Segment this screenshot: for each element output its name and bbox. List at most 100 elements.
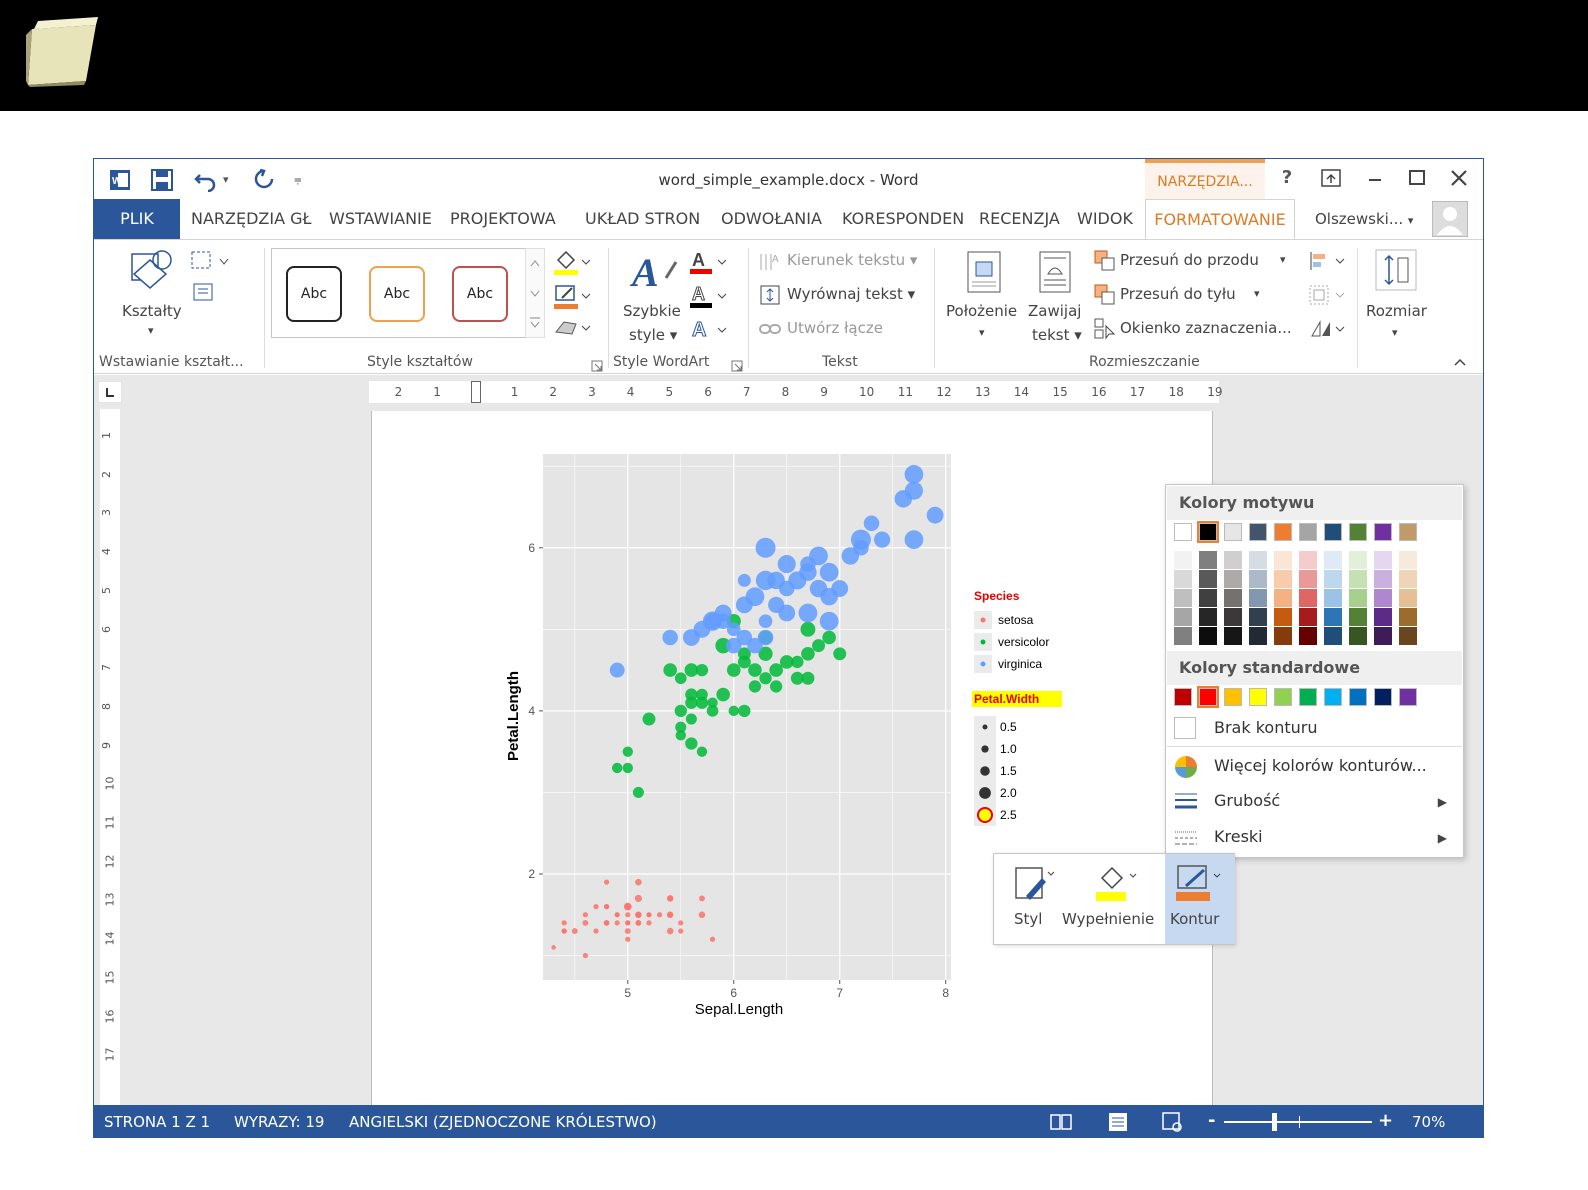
standard-color-swatch[interactable]: [1249, 688, 1267, 706]
data-point-setosa[interactable]: [593, 928, 599, 934]
data-point-virginica[interactable]: [725, 637, 742, 654]
data-point-setosa[interactable]: [593, 903, 599, 910]
shape-effects-icon[interactable]: [552, 316, 592, 340]
standard-color-swatch[interactable]: [1224, 688, 1242, 706]
theme-shade-swatch[interactable]: [1274, 608, 1292, 626]
data-point-versicolor[interactable]: [632, 786, 644, 798]
theme-shade-swatch[interactable]: [1374, 570, 1392, 588]
zoom-in-button[interactable]: +: [1378, 1110, 1393, 1131]
theme-shade-swatch[interactable]: [1299, 570, 1317, 588]
word-count[interactable]: WYRAZY: 19: [234, 1113, 324, 1131]
tab-format[interactable]: FORMATOWANIE: [1145, 199, 1295, 239]
outline-button-label[interactable]: Kontur: [1170, 910, 1219, 928]
data-point-virginica[interactable]: [819, 562, 839, 582]
bring-forward-dropdown-icon[interactable]: ▾: [1280, 253, 1286, 266]
theme-color-swatch[interactable]: [1374, 523, 1392, 541]
fill-icon[interactable]: [1094, 864, 1138, 904]
tab-design[interactable]: PROJEKTOWA: [450, 199, 556, 239]
theme-shade-swatch[interactable]: [1199, 627, 1217, 645]
selection-pane-label[interactable]: Okienko zaznaczenia...: [1120, 319, 1292, 337]
theme-shade-swatch[interactable]: [1274, 570, 1292, 588]
outline-icon[interactable]: [1176, 864, 1224, 904]
weight-item[interactable]: Grubość: [1214, 791, 1280, 810]
standard-color-swatch[interactable]: [1399, 688, 1417, 706]
theme-shade-swatch[interactable]: [1224, 627, 1242, 645]
theme-color-swatch[interactable]: [1224, 523, 1242, 541]
standard-color-swatch[interactable]: [1299, 688, 1317, 706]
data-point-setosa[interactable]: [561, 928, 567, 934]
theme-shade-swatch[interactable]: [1249, 570, 1267, 588]
data-point-virginica[interactable]: [853, 540, 869, 556]
tab-stop-selector-icon[interactable]: [98, 381, 122, 403]
read-mode-icon[interactable]: [1049, 1112, 1073, 1132]
data-point-setosa[interactable]: [625, 920, 631, 926]
no-outline-item[interactable]: Brak konturu: [1214, 718, 1317, 737]
wrap-text-label[interactable]: Zawijaj: [1028, 302, 1081, 320]
theme-shade-swatch[interactable]: [1399, 551, 1417, 569]
data-point-versicolor[interactable]: [748, 663, 762, 677]
shape-outline-icon[interactable]: [552, 282, 592, 310]
data-point-versicolor[interactable]: [611, 762, 623, 774]
theme-shade-swatch[interactable]: [1199, 551, 1217, 569]
theme-color-swatch[interactable]: [1324, 523, 1342, 541]
no-outline-swatch[interactable]: [1174, 717, 1196, 739]
data-point-virginica[interactable]: [874, 531, 891, 548]
legend-label-setosa[interactable]: setosa: [998, 613, 1034, 627]
legend-label-versicolor[interactable]: versicolor: [998, 635, 1049, 649]
data-point-versicolor[interactable]: [706, 705, 719, 717]
theme-shade-swatch[interactable]: [1199, 589, 1217, 607]
data-point-setosa[interactable]: [603, 879, 610, 885]
data-point-versicolor[interactable]: [685, 688, 698, 701]
text-box-icon[interactable]: [192, 282, 214, 304]
shapes-button-label[interactable]: Kształty: [122, 302, 182, 320]
text-fill-icon[interactable]: A: [688, 248, 728, 276]
group-objects-icon[interactable]: [1308, 284, 1348, 306]
position-dropdown-icon[interactable]: ▾: [979, 326, 985, 339]
data-point-virginica[interactable]: [737, 573, 751, 587]
print-layout-icon[interactable]: [1106, 1112, 1130, 1132]
data-point-virginica[interactable]: [758, 614, 773, 628]
data-point-virginica[interactable]: [904, 481, 923, 500]
theme-shade-swatch[interactable]: [1349, 570, 1367, 588]
theme-shade-swatch[interactable]: [1199, 608, 1217, 626]
data-point-versicolor[interactable]: [800, 621, 816, 637]
data-point-versicolor[interactable]: [726, 663, 741, 677]
size-label[interactable]: Rozmiar: [1366, 302, 1427, 320]
standard-color-swatch[interactable]: [1197, 686, 1219, 708]
data-point-setosa[interactable]: [582, 952, 589, 959]
theme-shade-swatch[interactable]: [1249, 627, 1267, 645]
data-point-setosa[interactable]: [582, 919, 589, 926]
data-point-virginica[interactable]: [609, 662, 625, 678]
maximize-icon[interactable]: [1402, 167, 1432, 189]
style-button-label[interactable]: Styl: [1014, 910, 1042, 928]
rotate-icon[interactable]: [1308, 318, 1348, 340]
tab-page-layout[interactable]: UKŁAD STRON: [585, 199, 700, 239]
data-point-versicolor[interactable]: [663, 663, 677, 677]
data-point-setosa[interactable]: [603, 903, 610, 910]
theme-shade-swatch[interactable]: [1224, 551, 1242, 569]
shape-style-red[interactable]: Abc: [452, 266, 508, 322]
data-point-versicolor[interactable]: [622, 746, 633, 757]
data-point-setosa[interactable]: [571, 928, 578, 935]
size-icon[interactable]: [1374, 248, 1418, 292]
align-objects-icon[interactable]: [1308, 250, 1348, 272]
dialog-launcher-icon[interactable]: [591, 360, 603, 372]
shape-fill-icon[interactable]: [552, 248, 592, 276]
dialog-launcher-icon[interactable]: [731, 360, 743, 372]
data-point-versicolor[interactable]: [685, 737, 698, 750]
theme-color-swatch[interactable]: [1249, 523, 1267, 541]
data-point-setosa[interactable]: [698, 911, 706, 919]
tab-mailings[interactable]: KORESPONDEN: [842, 199, 964, 239]
tab-file[interactable]: PLIK: [94, 199, 180, 239]
data-point-setosa[interactable]: [666, 911, 674, 919]
data-point-virginica[interactable]: [682, 629, 700, 646]
theme-shade-swatch[interactable]: [1324, 570, 1342, 588]
data-point-setosa[interactable]: [667, 895, 673, 902]
send-backward-icon[interactable]: [1094, 284, 1116, 306]
theme-shade-swatch[interactable]: [1324, 589, 1342, 607]
data-point-setosa[interactable]: [635, 912, 642, 918]
data-point-setosa[interactable]: [625, 936, 631, 942]
bring-forward-label[interactable]: Przesuń do przodu: [1120, 251, 1259, 269]
dashes-item[interactable]: Kreski: [1214, 827, 1263, 846]
bring-forward-icon[interactable]: [1094, 250, 1116, 272]
